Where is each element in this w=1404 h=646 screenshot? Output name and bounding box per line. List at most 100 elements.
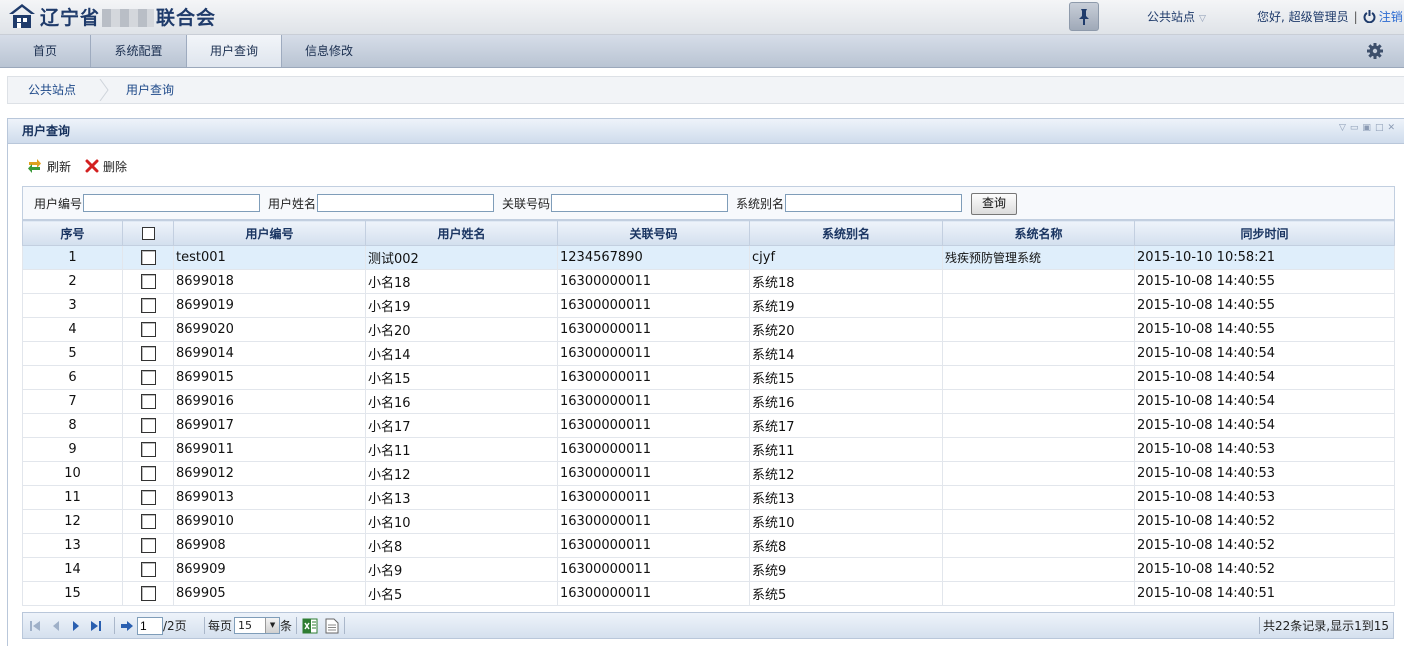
tab-info-edit[interactable]: 信息修改 — [282, 35, 376, 67]
logout-link[interactable]: 注销 — [1379, 8, 1403, 25]
col-header-system-name[interactable]: 系统名称 — [942, 220, 1135, 246]
table-row[interactable]: 3 8699019 小名19 16300000011 系统19 2015-10-08 14… — [22, 293, 1395, 318]
breadcrumb-item-site[interactable]: 公共站点 — [28, 77, 76, 103]
refresh-button[interactable]: 刷新 — [26, 158, 71, 175]
col-header-user-name[interactable]: 用户姓名 — [365, 220, 558, 246]
go-icon[interactable] — [120, 620, 134, 632]
delete-button[interactable]: 删除 — [85, 158, 127, 175]
row-checkbox[interactable] — [140, 538, 156, 553]
minimize-icon[interactable]: ▭ — [1350, 123, 1359, 133]
document-export-icon[interactable] — [325, 618, 339, 634]
table-row[interactable]: 11 8699013 小名13 16300000011 系统13 2015-10-08 1… — [22, 485, 1395, 510]
col-header-index[interactable]: 序号 — [22, 220, 123, 246]
cell-system-name — [942, 269, 1135, 294]
cell-user-id: 8699018 — [173, 269, 366, 294]
cell-select — [122, 533, 174, 558]
row-checkbox[interactable] — [140, 394, 156, 409]
table-row[interactable]: 9 8699011 小名11 16300000011 系统11 2015-10-08 14… — [22, 437, 1395, 462]
row-checkbox[interactable] — [140, 562, 156, 577]
cell-index: 2 — [22, 269, 123, 294]
row-checkbox[interactable] — [140, 442, 156, 457]
table-row[interactable]: 10 8699012 小名12 16300000011 系统12 2015-10-08 1… — [22, 461, 1395, 486]
app-logo: 辽宁省 联合会 — [8, 3, 216, 29]
query-button[interactable]: 查询 — [971, 193, 1017, 215]
power-icon[interactable] — [1363, 10, 1376, 23]
cell-link-no: 16300000011 — [557, 413, 750, 438]
search-form: 用户编号 用户姓名 关联号码 系统别名 查询 — [22, 186, 1395, 220]
prev-page-icon[interactable] — [51, 620, 61, 632]
restore-icon[interactable]: ▣ — [1362, 123, 1371, 133]
row-checkbox[interactable] — [140, 298, 156, 313]
next-page-icon[interactable] — [71, 620, 81, 632]
table-row[interactable]: 13 869908 小名8 16300000011 系统8 2015-10-08 14:4… — [22, 533, 1395, 558]
cell-sync-time: 2015-10-08 14:40:51 — [1134, 581, 1395, 606]
panel-tools: ▽ ▭ ▣ □ ✕ — [1339, 123, 1395, 133]
table-row[interactable]: 15 869905 小名5 16300000011 系统5 2015-10-08 14:4… — [22, 581, 1395, 606]
table-row[interactable]: 8 8699017 小名17 16300000011 系统17 2015-10-08 14… — [22, 413, 1395, 438]
cell-sync-time: 2015-10-08 14:40:53 — [1134, 461, 1395, 486]
table-row[interactable]: 1 test001 测试002 1234567890 cjyf 残疾预防管理系统 2015-… — [22, 245, 1395, 270]
cell-user-id: 869909 — [173, 557, 366, 582]
refresh-icon — [28, 159, 41, 173]
cell-link-no: 16300000011 — [557, 509, 750, 534]
tab-user-query[interactable]: 用户查询 — [187, 35, 282, 67]
table-row[interactable]: 4 8699020 小名20 16300000011 系统20 2015-10-08 14… — [22, 317, 1395, 342]
tab-system-config[interactable]: 系统配置 — [91, 35, 187, 67]
page-number-input[interactable] — [137, 616, 163, 635]
tab-home[interactable]: 首页 — [0, 35, 91, 67]
cell-alias: 系统17 — [749, 413, 943, 438]
cell-user-name: 小名8 — [365, 533, 558, 558]
last-page-icon[interactable] — [89, 620, 103, 632]
col-header-user-id[interactable]: 用户编号 — [173, 220, 366, 246]
user-name-input[interactable] — [317, 194, 495, 212]
table-row[interactable]: 12 8699010 小名10 16300000011 系统10 2015-10-08 1… — [22, 509, 1395, 534]
divider: | — [1353, 9, 1358, 24]
table-row[interactable]: 7 8699016 小名16 16300000011 系统16 2015-10-08 14… — [22, 389, 1395, 414]
row-checkbox[interactable] — [140, 586, 156, 601]
user-name-field-group: 用户姓名 — [268, 193, 495, 213]
cell-user-name: 小名11 — [365, 437, 558, 462]
cell-user-name: 小名9 — [365, 557, 558, 582]
redacted-mask — [102, 9, 155, 27]
link-no-input[interactable] — [551, 194, 729, 212]
site-menu[interactable]: 公共站点 ▽ — [1147, 8, 1206, 25]
cell-alias: cjyf — [749, 245, 943, 270]
cell-select — [122, 581, 174, 606]
table-row[interactable]: 5 8699014 小名14 16300000011 系统14 2015-10-08 14… — [22, 341, 1395, 366]
col-header-sync-time[interactable]: 同步时间 — [1134, 220, 1395, 246]
row-checkbox[interactable] — [140, 346, 156, 361]
cell-user-name: 小名5 — [365, 581, 558, 606]
first-page-icon[interactable] — [29, 620, 43, 632]
close-icon[interactable]: ✕ — [1387, 123, 1395, 133]
row-checkbox[interactable] — [140, 250, 156, 265]
col-header-select-all — [122, 220, 174, 246]
table-row[interactable]: 6 8699015 小名15 16300000011 系统15 2015-10-08 14… — [22, 365, 1395, 390]
row-checkbox[interactable] — [140, 490, 156, 505]
cell-user-name: 小名14 — [365, 341, 558, 366]
cell-user-id: 8699020 — [173, 317, 366, 342]
select-all-checkbox[interactable] — [141, 227, 155, 240]
user-id-input[interactable] — [83, 194, 261, 212]
row-checkbox[interactable] — [140, 418, 156, 433]
pin-button[interactable] — [1069, 2, 1099, 31]
breadcrumb-item-user-query[interactable]: 用户查询 — [126, 77, 174, 103]
table-row[interactable]: 14 869909 小名9 16300000011 系统9 2015-10-08 14:4… — [22, 557, 1395, 582]
cell-sync-time: 2015-10-08 14:40:55 — [1134, 293, 1395, 318]
excel-export-icon[interactable] — [302, 618, 318, 634]
col-header-link-no[interactable]: 关联号码 — [557, 220, 750, 246]
page-size-select[interactable]: 15 ▼ — [234, 617, 281, 634]
col-header-alias[interactable]: 系统别名 — [749, 220, 943, 246]
cell-user-name: 小名17 — [365, 413, 558, 438]
table-row[interactable]: 2 8699018 小名18 16300000011 系统18 2015-10-08 14… — [22, 269, 1395, 294]
cell-index: 6 — [22, 365, 123, 390]
row-checkbox[interactable] — [140, 274, 156, 289]
row-checkbox[interactable] — [140, 514, 156, 529]
alias-input[interactable] — [785, 194, 963, 212]
collapse-icon[interactable]: ▽ — [1339, 123, 1346, 133]
gear-icon[interactable] — [1366, 42, 1384, 60]
maximize-icon[interactable]: □ — [1375, 123, 1384, 133]
row-checkbox[interactable] — [140, 466, 156, 481]
row-checkbox[interactable] — [140, 370, 156, 385]
cell-index: 8 — [22, 413, 123, 438]
row-checkbox[interactable] — [140, 322, 156, 337]
